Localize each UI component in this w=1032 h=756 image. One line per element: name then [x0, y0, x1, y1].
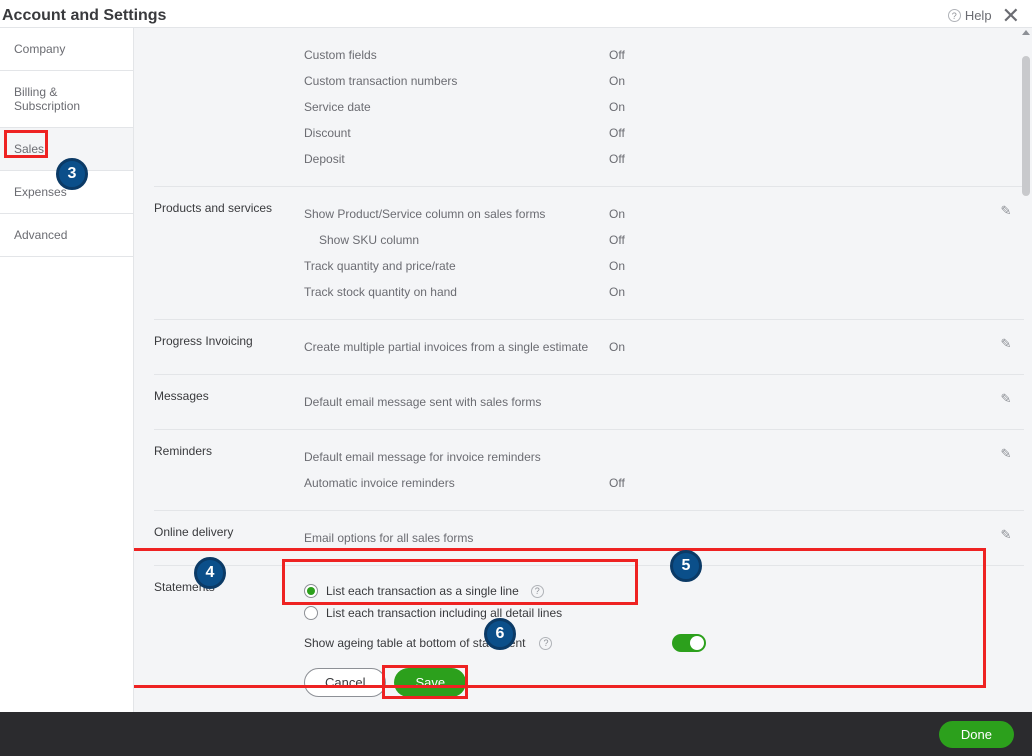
section-reminders: Reminders Default email message for invo… [154, 429, 1024, 510]
section-sales-form-content: Custom fieldsOff Custom transaction numb… [154, 28, 1024, 186]
pencil-icon[interactable]: ✎ [1001, 446, 1012, 462]
sidebar-item-billing[interactable]: Billing & Subscription [0, 71, 133, 128]
row-label: Email options for all sales forms [304, 531, 609, 545]
section-label: Products and services [154, 201, 304, 305]
row-value: On [609, 340, 625, 354]
radio-icon [304, 606, 318, 620]
row-label: Create multiple partial invoices from a … [304, 340, 609, 354]
pencil-icon[interactable]: ✎ [1001, 203, 1012, 219]
row-label: Default email message for invoice remind… [304, 450, 609, 464]
scroll-up-icon[interactable] [1022, 30, 1030, 35]
sidebar-item-company[interactable]: Company [0, 28, 133, 71]
radio-single-line[interactable]: List each transaction as a single line ? [304, 580, 988, 602]
pencil-icon[interactable]: ✎ [1001, 336, 1012, 352]
radio-icon [304, 584, 318, 598]
sidebar-item-label: Sales [14, 142, 44, 156]
section-label: Statements [154, 580, 304, 697]
sidebar-item-sales[interactable]: Sales [0, 128, 133, 171]
row-value: Off [609, 233, 625, 247]
section-label: Messages [154, 389, 304, 415]
section-label: Reminders [154, 444, 304, 496]
radio-detail-lines[interactable]: List each transaction including all deta… [304, 602, 988, 624]
section-progress-invoicing: Progress Invoicing Create multiple parti… [154, 319, 1024, 374]
section-online-delivery: Online delivery Email options for all sa… [154, 510, 1024, 565]
pencil-icon[interactable]: ✎ [1001, 527, 1012, 543]
help-link[interactable]: ? Help [944, 8, 992, 23]
help-icon: ? [948, 9, 961, 22]
row-label: Default email message sent with sales fo… [304, 395, 609, 409]
row-value: Off [609, 476, 625, 490]
row-label: Show Product/Service column on sales for… [304, 207, 609, 221]
help-label: Help [965, 8, 992, 23]
row-label: Show SKU column [304, 233, 609, 247]
info-icon[interactable]: ? [531, 585, 544, 598]
main-panel: Custom fieldsOff Custom transaction numb… [134, 28, 1032, 728]
close-icon[interactable]: ✕ [1002, 5, 1020, 27]
sidebar-item-expenses[interactable]: Expenses [0, 171, 133, 214]
header: Account and Settings ? Help ✕ [0, 0, 1032, 28]
row-value: On [609, 100, 625, 114]
info-icon[interactable]: ? [539, 637, 552, 650]
done-button[interactable]: Done [939, 721, 1014, 748]
row-label: Deposit [304, 152, 609, 166]
row-label: Custom fields [304, 48, 609, 62]
scroll-thumb[interactable] [1022, 56, 1030, 196]
row-value: Off [609, 48, 625, 62]
radio-label: List each transaction including all deta… [326, 606, 562, 620]
row-label: Automatic invoice reminders [304, 476, 609, 490]
ageing-toggle[interactable] [672, 634, 706, 652]
section-label: Progress Invoicing [154, 334, 304, 360]
section-label: Online delivery [154, 525, 304, 551]
row-label: Discount [304, 126, 609, 140]
footer-bar: Done [0, 712, 1032, 756]
row-value: On [609, 207, 625, 221]
section-statements: Statements List each transaction as a si… [154, 565, 1024, 721]
row-label: Track quantity and price/rate [304, 259, 609, 273]
sidebar-item-advanced[interactable]: Advanced [0, 214, 133, 257]
row-label: Custom transaction numbers [304, 74, 609, 88]
sidebar: Company Billing & Subscription Sales Exp… [0, 28, 134, 728]
cancel-button[interactable]: Cancel [304, 668, 386, 697]
row-value: On [609, 285, 625, 299]
scrollbar[interactable] [1022, 30, 1030, 726]
section-messages: Messages Default email message sent with… [154, 374, 1024, 429]
row-label: Service date [304, 100, 609, 114]
radio-label: List each transaction as a single line [326, 584, 519, 598]
row-value: On [609, 74, 625, 88]
row-value: Off [609, 152, 625, 166]
toggle-label: Show ageing table at bottom of statement [304, 636, 525, 650]
row-label: Track stock quantity on hand [304, 285, 609, 299]
save-button[interactable]: Save [394, 668, 466, 697]
row-value: Off [609, 126, 625, 140]
section-products-services: Products and services Show Product/Servi… [154, 186, 1024, 319]
page-title: Account and Settings [0, 7, 166, 25]
row-value: On [609, 259, 625, 273]
pencil-icon[interactable]: ✎ [1001, 391, 1012, 407]
